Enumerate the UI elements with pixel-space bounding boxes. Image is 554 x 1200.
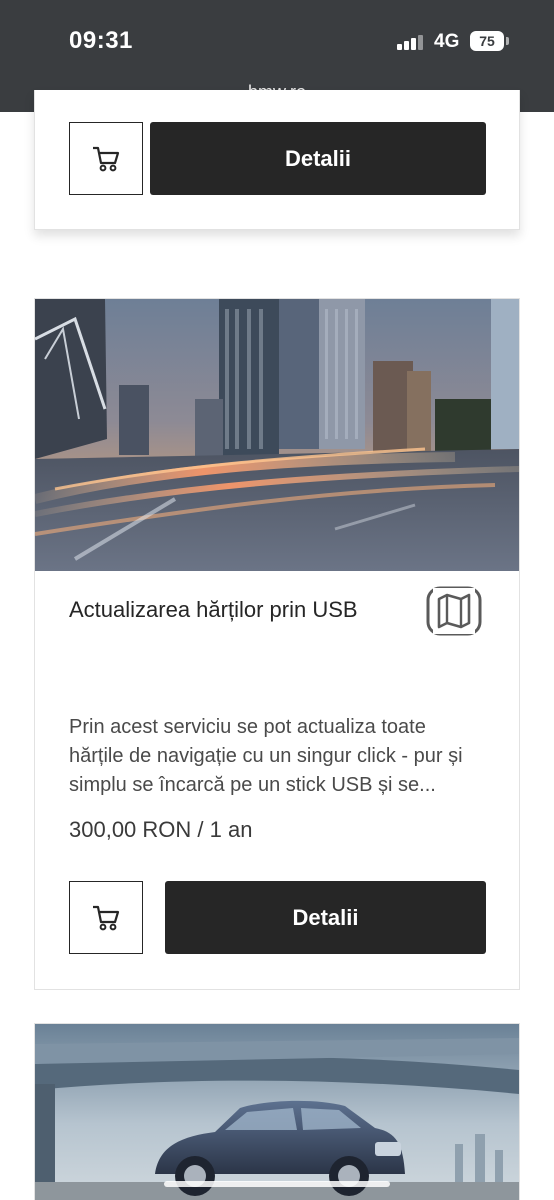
battery-icon: 75 [470,31,509,51]
cart-icon [93,905,120,930]
add-to-cart-button[interactable] [69,881,143,954]
details-button[interactable]: Detalii [165,881,486,954]
product-card: Actualizarea hărților prin USB Prin aces… [34,298,520,990]
signal-icon [397,34,425,50]
card-description: Prin acest serviciu se pot actualiza toa… [69,716,463,796]
map-icon [426,586,482,636]
product-card [34,1023,520,1200]
city-night-image [35,299,519,571]
details-button[interactable]: Detalii [150,122,486,195]
clock: 09:31 [69,27,133,54]
add-to-cart-button[interactable] [69,122,143,195]
card-price: 300,00 RON / 1 an [69,817,253,842]
home-indicator[interactable] [164,1181,390,1187]
card-title: Actualizarea hărților prin USB [69,597,358,622]
network-type: 4G [434,31,460,52]
cart-icon [93,146,120,171]
product-card: Detalii [34,90,520,230]
car-image [35,1024,519,1200]
